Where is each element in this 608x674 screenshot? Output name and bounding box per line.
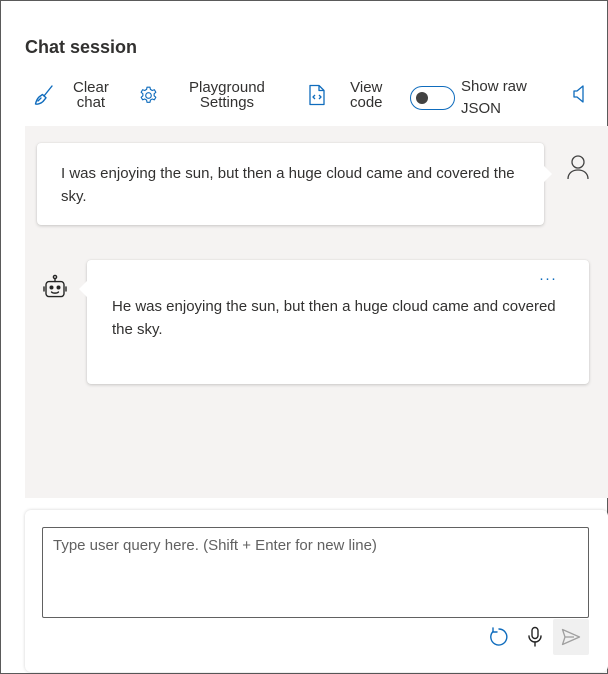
view-code-label-line2: code [350, 94, 383, 111]
toggle-switch[interactable] [410, 86, 455, 110]
clear-chat-button[interactable]: Clear chat [33, 80, 109, 110]
refresh-icon[interactable] [488, 626, 510, 648]
broom-icon [33, 84, 55, 106]
show-raw-json-label-line2: JSON [461, 100, 502, 117]
playground-settings-button[interactable]: Playground Settings [138, 80, 265, 110]
user-query-input[interactable] [42, 527, 589, 618]
assistant-message: ··· He was enjoying the sun, but then a … [79, 260, 589, 384]
user-message: I was enjoying the sun, but then a huge … [37, 143, 552, 225]
speaker-button[interactable] [572, 84, 588, 104]
view-code-label-line1: View [350, 79, 383, 96]
toggle-knob [416, 92, 428, 104]
send-icon [561, 628, 581, 646]
view-code-button[interactable]: View code [308, 80, 383, 110]
show-raw-json-label-line1: Show raw [461, 78, 527, 95]
chat-history: I was enjoying the sun, but then a huge … [25, 126, 608, 498]
chat-input-panel [25, 510, 608, 672]
assistant-message-text: He was enjoying the sun, but then a huge… [112, 298, 556, 338]
person-icon [566, 154, 590, 180]
gear-icon [138, 85, 159, 106]
clear-chat-label-line2: chat [76, 94, 106, 111]
microphone-icon[interactable] [527, 626, 543, 648]
send-button[interactable] [553, 619, 589, 655]
playground-settings-label-line1: Playground [189, 79, 265, 96]
user-message-text: I was enjoying the sun, but then a huge … [61, 165, 515, 205]
playground-settings-label-line2: Settings [199, 94, 255, 111]
page-title: Chat session [25, 37, 138, 57]
bot-icon [43, 274, 67, 302]
code-file-icon [308, 84, 326, 106]
speaker-icon [572, 84, 588, 104]
clear-chat-label-line1: Clear [73, 79, 109, 96]
more-options-button[interactable]: ··· [539, 271, 557, 286]
show-raw-json-toggle[interactable]: Show raw JSON [410, 76, 527, 120]
